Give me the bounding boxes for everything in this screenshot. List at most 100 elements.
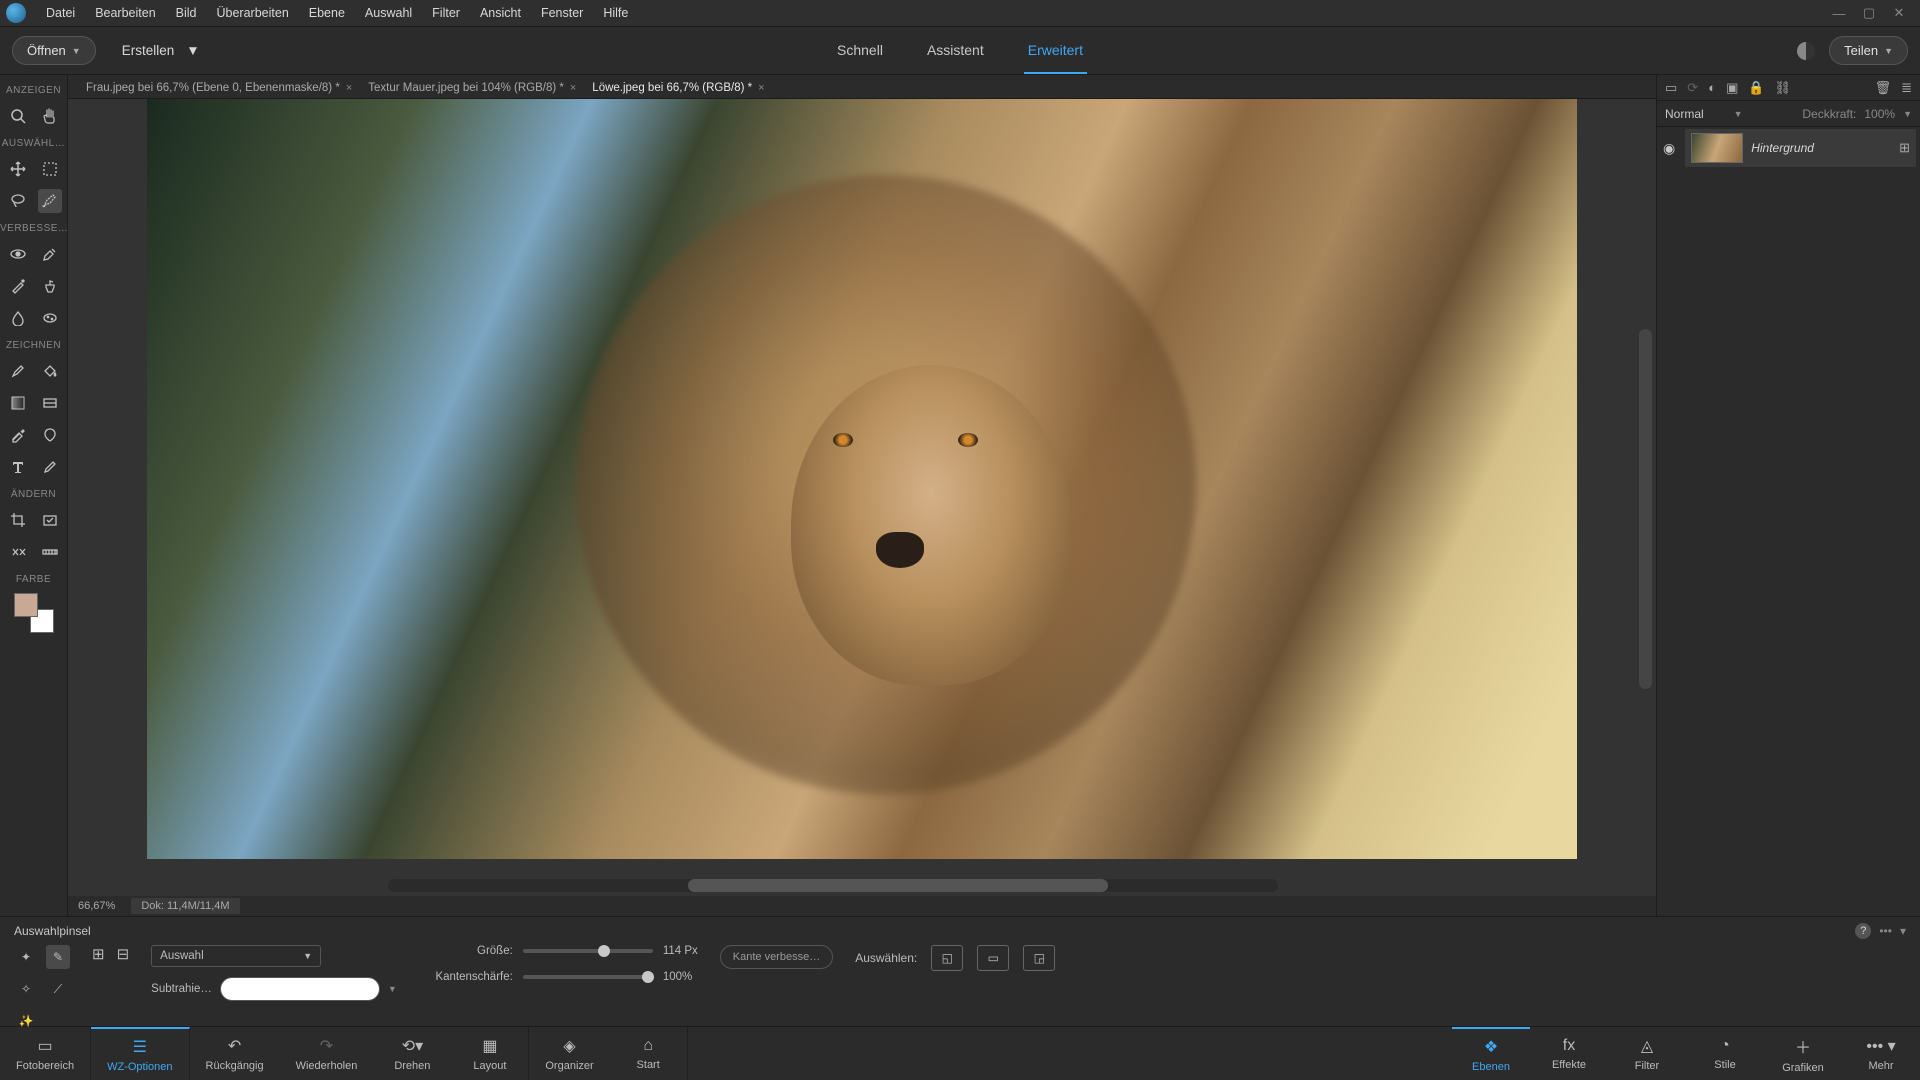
edge-value[interactable]: 100%	[663, 971, 692, 983]
gradient-tool-icon[interactable]	[6, 391, 30, 415]
smart-brush-tool-icon[interactable]	[6, 274, 30, 298]
crop-tool-icon[interactable]	[6, 508, 30, 532]
quick-select-icon[interactable]: ✦	[14, 945, 38, 969]
redeye-tool-icon[interactable]	[6, 242, 30, 266]
bb-grafiken[interactable]: ＋Grafiken	[1764, 1027, 1842, 1080]
layer-group-icon[interactable]: ⟳	[1687, 80, 1698, 96]
hand-tool-icon[interactable]	[38, 104, 62, 128]
doc-size[interactable]: Dok: 11,4M/11,4M	[131, 898, 239, 914]
close-icon[interactable]: ×	[346, 82, 352, 94]
close-icon[interactable]: ×	[758, 82, 764, 94]
bb-organizer[interactable]: ◈Organizer	[529, 1027, 609, 1080]
bb-start[interactable]: ⌂Start	[610, 1027, 688, 1080]
bb-wz-optionen[interactable]: ☰WZ-Optionen	[91, 1027, 189, 1080]
bb-rotate[interactable]: ⟲▾Drehen	[373, 1027, 451, 1080]
window-maximize-icon[interactable]: ▢	[1854, 5, 1884, 21]
bb-filter[interactable]: ◬Filter	[1608, 1027, 1686, 1080]
bb-ebenen[interactable]: ❖Ebenen	[1452, 1027, 1530, 1080]
spot-heal-tool-icon[interactable]	[38, 242, 62, 266]
share-button[interactable]: Teilen ▼	[1829, 36, 1908, 65]
bb-layout[interactable]: ▦Layout	[451, 1027, 529, 1080]
blend-mode-select[interactable]: Normal ▼	[1665, 107, 1794, 121]
bb-stile[interactable]: ◔Stile	[1686, 1027, 1764, 1080]
layer-thumbnail[interactable]	[1691, 133, 1743, 163]
adjustment-layer-icon[interactable]: ◐	[1708, 80, 1716, 95]
text-tool-icon[interactable]	[6, 455, 30, 479]
panel-menu-icon[interactable]: ≣	[1901, 80, 1912, 96]
menu-auswahl[interactable]: Auswahl	[355, 6, 422, 20]
add-to-selection-icon[interactable]: ⊞	[92, 945, 105, 963]
menu-ansicht[interactable]: Ansicht	[470, 6, 531, 20]
lasso-tool-icon[interactable]	[6, 189, 30, 213]
menu-ueberarbeiten[interactable]: Überarbeiten	[207, 6, 299, 20]
menu-ebene[interactable]: Ebene	[299, 6, 355, 20]
menu-bearbeiten[interactable]: Bearbeiten	[85, 6, 165, 20]
brush-preview[interactable]	[220, 977, 380, 1001]
opacity-value[interactable]: 100%	[1864, 107, 1895, 121]
panel-menu-icon[interactable]: •••	[1879, 924, 1892, 938]
refine-select-icon[interactable]: ⟋	[46, 977, 70, 1001]
mode-schnell[interactable]: Schnell	[833, 28, 887, 74]
lock-icon[interactable]: ⊞	[1899, 140, 1910, 156]
auto-select-icon[interactable]: ✨	[14, 1009, 38, 1033]
size-slider[interactable]	[523, 949, 653, 953]
zoom-tool-icon[interactable]	[6, 104, 30, 128]
clone-stamp-tool-icon[interactable]	[38, 274, 62, 298]
move-tool-icon[interactable]	[6, 157, 30, 181]
select-subject-icon[interactable]: ◱	[931, 945, 963, 971]
shape-tool-icon[interactable]	[38, 423, 62, 447]
scrollbar-thumb[interactable]	[688, 879, 1108, 892]
new-layer-icon[interactable]: ▭	[1665, 80, 1677, 96]
content-aware-move-icon[interactable]	[6, 540, 30, 564]
canvas-image[interactable]	[147, 99, 1577, 859]
edge-slider[interactable]	[523, 975, 653, 979]
color-swatches[interactable]	[14, 593, 54, 633]
help-icon[interactable]: ?	[1855, 923, 1871, 939]
subtract-from-selection-icon[interactable]: ⊟	[117, 945, 130, 963]
marquee-tool-icon[interactable]	[38, 157, 62, 181]
layer-visibility-icon[interactable]: ◉	[1663, 140, 1675, 157]
lock-layer-icon[interactable]: 🔒	[1748, 80, 1764, 96]
close-icon[interactable]: ×	[570, 82, 576, 94]
selection-brush-icon[interactable]: ✎	[46, 945, 70, 969]
doc-tab-loewe[interactable]: Löwe.jpeg bei 66,7% (RGB/8) * ×	[584, 78, 772, 98]
collapse-icon[interactable]: ▾	[1900, 924, 1906, 938]
create-button[interactable]: Erstellen ▼	[122, 43, 200, 58]
bb-fotobereich[interactable]: ▭Fotobereich	[0, 1027, 91, 1080]
layer-row-background[interactable]: Hintergrund ⊞	[1685, 129, 1916, 167]
layer-name[interactable]: Hintergrund	[1751, 141, 1891, 155]
menu-hilfe[interactable]: Hilfe	[593, 6, 638, 20]
bb-redo[interactable]: ↷Wiederholen	[280, 1027, 374, 1080]
mode-erweitert[interactable]: Erweitert	[1024, 28, 1087, 74]
vertical-scrollbar[interactable]	[1639, 329, 1652, 689]
doc-tab-frau[interactable]: Frau.jpeg bei 66,7% (Ebene 0, Ebenenmask…	[78, 78, 360, 98]
pencil-tool-icon[interactable]	[38, 455, 62, 479]
mode-assistent[interactable]: Assistent	[923, 28, 988, 74]
select-sky-icon[interactable]: ◲	[1023, 945, 1055, 971]
zoom-level[interactable]: 66,67%	[78, 900, 115, 912]
size-value[interactable]: 114 Px	[663, 945, 698, 957]
menu-filter[interactable]: Filter	[422, 6, 470, 20]
window-close-icon[interactable]: ✕	[1884, 5, 1914, 21]
eyedropper-tool-icon[interactable]	[6, 423, 30, 447]
menu-datei[interactable]: Datei	[36, 6, 85, 20]
layer-mask-icon[interactable]: ▣	[1726, 80, 1738, 96]
bb-undo[interactable]: ↶Rückgängig	[190, 1027, 280, 1080]
link-layers-icon[interactable]: ⛓	[1775, 80, 1792, 96]
refine-edge-button[interactable]: Kante verbesse…	[720, 945, 833, 969]
bb-effekte[interactable]: fxEffekte	[1530, 1027, 1608, 1080]
foreground-color-swatch[interactable]	[14, 593, 38, 617]
blur-tool-icon[interactable]	[6, 306, 30, 330]
straighten-tool-icon[interactable]	[38, 540, 62, 564]
sponge-tool-icon[interactable]	[38, 306, 62, 330]
recompose-tool-icon[interactable]	[38, 508, 62, 532]
delete-layer-icon[interactable]: 🗑	[1875, 80, 1892, 96]
open-button[interactable]: Öffnen ▼	[12, 36, 96, 65]
paint-bucket-tool-icon[interactable]	[38, 359, 62, 383]
mode-select[interactable]: Auswahl ▼	[151, 945, 321, 967]
window-minimize-icon[interactable]: —	[1824, 6, 1854, 21]
brush-tool-icon[interactable]	[6, 359, 30, 383]
horizontal-scrollbar[interactable]	[388, 879, 1278, 892]
doc-tab-textur[interactable]: Textur Mauer.jpeg bei 104% (RGB/8) * ×	[360, 78, 584, 98]
chevron-down-icon[interactable]: ▼	[388, 984, 397, 994]
